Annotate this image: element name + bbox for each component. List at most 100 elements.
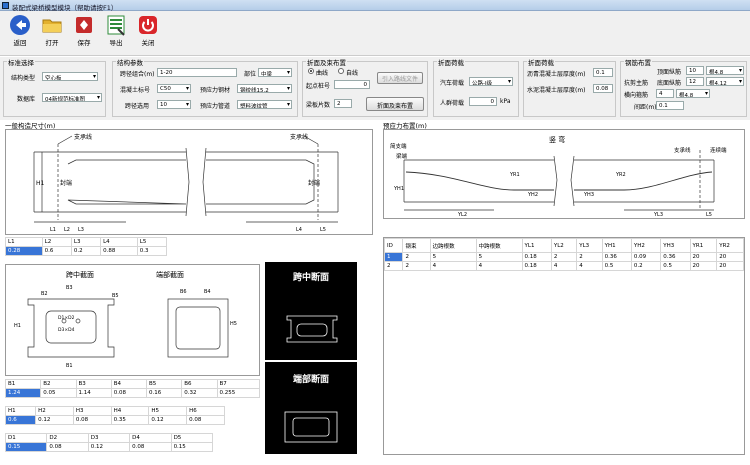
- cell[interactable]: 0.15: [4, 442, 48, 452]
- cell[interactable]: 1.14: [75, 388, 112, 398]
- dim-l1: L1: [50, 227, 56, 233]
- cell[interactable]: 2: [402, 252, 431, 262]
- cell[interactable]: 0.15: [170, 442, 214, 452]
- top-bar-count[interactable]: 10: [686, 66, 704, 75]
- cell[interactable]: 0.08: [46, 442, 89, 452]
- th: D2: [46, 433, 89, 443]
- cell[interactable]: 0.255: [216, 388, 260, 398]
- dim-h1: H1: [36, 180, 45, 187]
- cell[interactable]: 0.08: [110, 388, 148, 398]
- spacing-input[interactable]: 0.1: [656, 101, 684, 110]
- part-select[interactable]: 中梁: [258, 68, 292, 77]
- bottom-bar-count[interactable]: 12: [686, 77, 704, 86]
- start-station-input[interactable]: 0: [334, 80, 370, 89]
- cell[interactable]: 0.36: [660, 252, 691, 262]
- table-row[interactable]: 2 2 4 4 0.18 4 4 0.5 0.2 0.5 20 20: [383, 261, 744, 271]
- cell[interactable]: 20: [716, 261, 744, 271]
- cell[interactable]: 0.08: [72, 415, 112, 425]
- concrete-label: 混凝土标号: [120, 87, 151, 94]
- cell[interactable]: 4: [550, 261, 578, 271]
- th: B4: [110, 379, 148, 389]
- export-button[interactable]: 导出: [102, 14, 130, 54]
- cell[interactable]: 2: [576, 252, 603, 262]
- mid-section-preview: 跨中断面: [265, 262, 357, 360]
- cell[interactable]: 0.08: [129, 442, 172, 452]
- th: D5: [170, 433, 214, 443]
- span-sel-select[interactable]: 10: [157, 100, 191, 109]
- table-row[interactable]: 1 2 5 5 0.18 2 2 0.36 0.09 0.36 20 20: [383, 252, 744, 262]
- cell[interactable]: 4: [576, 261, 603, 271]
- l5-label: L5: [706, 212, 712, 218]
- cell[interactable]: 0.18: [521, 261, 552, 271]
- cell[interactable]: 0.08: [186, 415, 225, 425]
- cell[interactable]: 0.6: [41, 246, 72, 256]
- yh1-label: YH1: [393, 186, 404, 192]
- th: YH2: [630, 238, 662, 253]
- cell[interactable]: 0.6: [4, 415, 37, 425]
- library-select[interactable]: 04新规范标准图: [42, 93, 102, 102]
- stirrup-count[interactable]: 4: [656, 89, 674, 98]
- cell[interactable]: 0.2: [70, 246, 102, 256]
- cell[interactable]: 20: [689, 252, 718, 262]
- cell[interactable]: 20: [689, 261, 718, 271]
- cell[interactable]: 0.3: [136, 246, 168, 256]
- top-bar-dia[interactable]: 根4.8: [706, 66, 744, 75]
- th: YL3: [576, 238, 603, 253]
- bottom-bar-dia[interactable]: 根4.12: [706, 77, 744, 86]
- th: L2: [41, 237, 72, 247]
- cell[interactable]: 4: [475, 261, 523, 271]
- dim-d2: D3×D4: [58, 327, 75, 333]
- cell[interactable]: 0.16: [145, 388, 183, 398]
- dim-b1: B1: [66, 363, 73, 369]
- cell[interactable]: 5: [475, 252, 523, 262]
- tendon-layout-button[interactable]: 折面及束布置: [366, 97, 424, 111]
- cell[interactable]: 0.12: [35, 415, 74, 425]
- concrete-select[interactable]: C50: [157, 84, 191, 93]
- cell[interactable]: 0.12: [87, 442, 131, 452]
- duct-select[interactable]: 塑料波纹管: [237, 100, 292, 109]
- stirrup-dia[interactable]: 根4.8: [676, 89, 710, 98]
- cell[interactable]: 0.32: [181, 388, 218, 398]
- curve-radio[interactable]: [308, 68, 314, 74]
- cell[interactable]: 1: [383, 252, 404, 262]
- cell[interactable]: 2: [402, 261, 431, 271]
- cell[interactable]: 0.5: [660, 261, 691, 271]
- open-button[interactable]: 打开: [38, 14, 66, 54]
- steel-select[interactable]: 钢绞线15.2: [237, 84, 292, 93]
- cell[interactable]: 2: [550, 252, 578, 262]
- section-diagram: 跨中截面 端部截面 B2 B3 B5 B1 H1 D1×D2 D3×D4 B6 …: [5, 264, 260, 376]
- cell[interactable]: 0.28: [5, 246, 43, 256]
- crowd-load-input[interactable]: 0: [469, 97, 497, 106]
- cell[interactable]: 0.35: [110, 415, 150, 425]
- part-label: 部位: [244, 71, 257, 78]
- line-radio[interactable]: [338, 68, 344, 74]
- cell[interactable]: 0.5: [601, 261, 632, 271]
- struct-type-select[interactable]: 空心板: [42, 72, 98, 81]
- span-input[interactable]: 1-20: [157, 68, 237, 77]
- asphalt-input[interactable]: 0.1: [593, 68, 613, 77]
- import-route-button[interactable]: 引入路线文件: [377, 72, 423, 84]
- cell[interactable]: 1.24: [4, 388, 42, 398]
- beam-count-input[interactable]: 2: [334, 99, 352, 108]
- dim-b3: B3: [66, 285, 73, 291]
- vehicle-load-select[interactable]: 公路-I级: [469, 77, 513, 86]
- cell[interactable]: 0.12: [148, 415, 188, 425]
- cement-input[interactable]: 0.08: [593, 84, 613, 93]
- cell[interactable]: 5: [429, 252, 477, 262]
- cell[interactable]: 20: [716, 252, 744, 262]
- cell[interactable]: 2: [383, 261, 404, 271]
- cell[interactable]: 0.36: [601, 252, 632, 262]
- back-button[interactable]: 返回: [6, 14, 34, 54]
- cement-label: 水泥混凝土层厚度(m): [527, 87, 586, 94]
- cell[interactable]: 0.09: [630, 252, 662, 262]
- cell[interactable]: 0.18: [521, 252, 552, 262]
- save-button[interactable]: 保存: [70, 14, 98, 54]
- cell[interactable]: 0.88: [100, 246, 138, 256]
- close-button[interactable]: 关闭: [134, 14, 162, 54]
- mid-preview-shape: [286, 315, 338, 343]
- th: ID: [383, 238, 404, 253]
- cell[interactable]: 4: [429, 261, 477, 271]
- cell[interactable]: 0.05: [40, 388, 77, 398]
- excel-export-icon: [107, 15, 125, 36]
- cell[interactable]: 0.2: [630, 261, 662, 271]
